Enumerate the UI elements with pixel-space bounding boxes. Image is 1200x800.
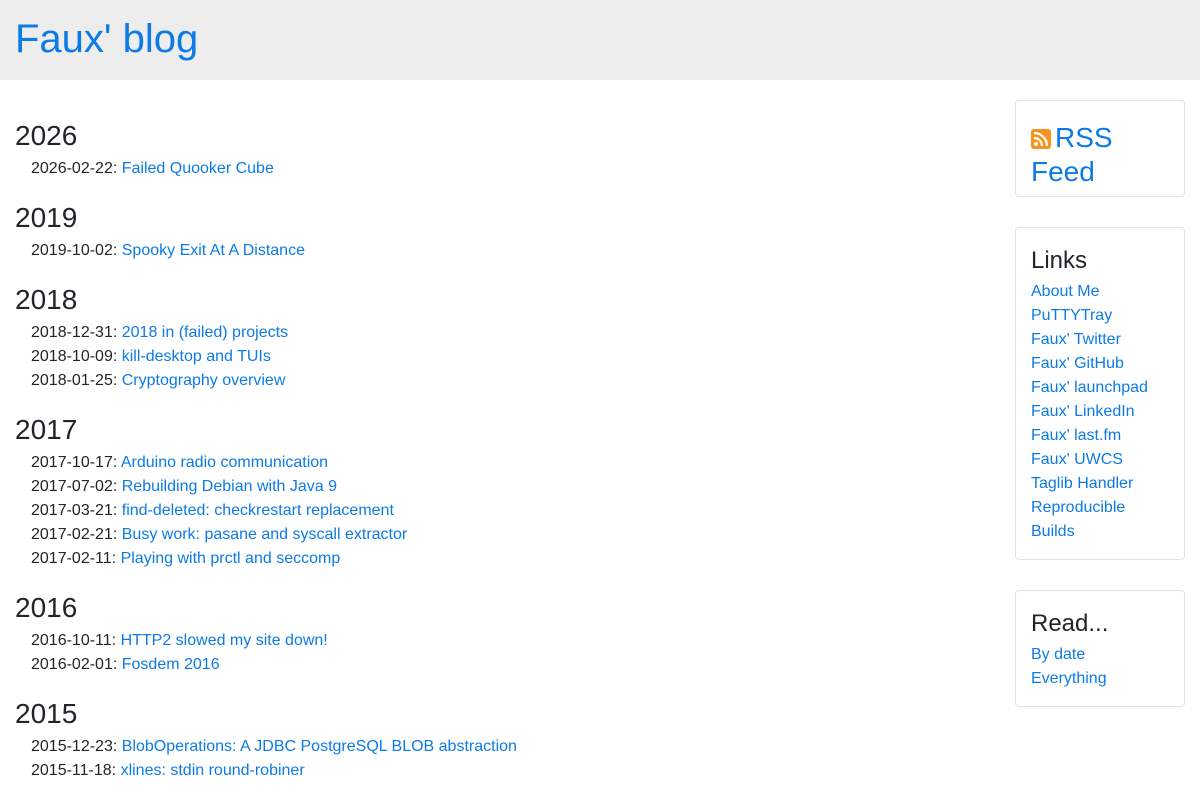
post-link[interactable]: Spooky Exit At A Distance xyxy=(122,242,305,259)
read-list: By date Everything xyxy=(1031,643,1169,691)
post-list: 2016-10-11: HTTP2 slowed my site down! 20… xyxy=(15,629,975,677)
post-link[interactable]: Busy work: pasane and syscall extractor xyxy=(122,526,407,543)
post-item: 2017-03-21: find-deleted: checkrestart r… xyxy=(31,499,975,523)
post-date: 2017-02-21: xyxy=(31,526,118,543)
post-link[interactable]: Cryptography overview xyxy=(122,372,286,389)
post-list: 2015-12-23: BlobOperations: A JDBC Postg… xyxy=(15,735,975,783)
links-panel: Links About Me PuTTYTray Faux' Twitter Faux… xyxy=(1015,227,1185,560)
post-date: 2017-02-11: xyxy=(31,550,117,567)
sidebar-read-item: By date xyxy=(1031,643,1169,667)
site-header: Faux' blog xyxy=(0,0,1200,80)
sidebar-links-link[interactable]: Faux' Twitter xyxy=(1031,331,1121,348)
post-list: 2026-02-22: Failed Quooker Cube xyxy=(15,157,975,181)
post-item: 2018-12-31: 2018 in (failed) projects xyxy=(31,321,975,345)
year-heading: 2018 xyxy=(15,284,78,315)
year-heading: 2019 xyxy=(15,202,78,233)
post-link[interactable]: Arduino radio communication xyxy=(121,454,328,471)
sidebar-links-item: Taglib Handler xyxy=(1031,472,1169,496)
post-item: 2019-10-02: Spooky Exit At A Distance xyxy=(31,239,975,263)
sidebar-links-link[interactable]: Faux' LinkedIn xyxy=(1031,403,1135,420)
post-date: 2017-03-21: xyxy=(31,502,118,519)
sidebar-links-item: Faux' Twitter xyxy=(1031,328,1169,352)
post-item: 2016-02-01: Fosdem 2016 xyxy=(31,653,975,677)
post-date: 2018-10-09: xyxy=(31,348,118,365)
post-link[interactable]: Playing with prctl and seccomp xyxy=(121,550,341,567)
post-item: 2026-02-22: Failed Quooker Cube xyxy=(31,157,975,181)
year-heading: 2026 xyxy=(15,120,78,151)
sidebar-links-link[interactable]: Reproducible Builds xyxy=(1031,499,1125,540)
year-heading: 2015 xyxy=(15,698,78,729)
year-heading: 2017 xyxy=(15,414,78,445)
sidebar-read-link[interactable]: Everything xyxy=(1031,670,1107,687)
read-panel: Read... By date Everything xyxy=(1015,590,1185,707)
post-date: 2017-10-17: xyxy=(31,454,118,471)
links-list: About Me PuTTYTray Faux' Twitter Faux' GitH… xyxy=(1031,280,1169,544)
post-date: 2017-07-02: xyxy=(31,478,118,495)
post-date: 2019-10-02: xyxy=(31,242,118,259)
sidebar-links-link[interactable]: Faux' last.fm xyxy=(1031,427,1121,444)
sidebar-links-item: Faux' GitHub xyxy=(1031,352,1169,376)
post-date: 2018-12-31: xyxy=(31,324,118,341)
sidebar-links-link[interactable]: Taglib Handler xyxy=(1031,475,1133,492)
sidebar-links-item: Reproducible Builds xyxy=(1031,496,1169,544)
links-heading: Links xyxy=(1031,247,1088,274)
post-item: 2017-10-17: Arduino radio communication xyxy=(31,451,975,475)
post-date: 2015-11-18: xyxy=(31,762,117,779)
post-list: 2019-10-02: Spooky Exit At A Distance xyxy=(15,239,975,263)
post-link[interactable]: BlobOperations: A JDBC PostgreSQL BLOB a… xyxy=(122,738,517,755)
read-heading: Read... xyxy=(1031,610,1109,637)
post-item: 2018-01-25: Cryptography overview xyxy=(31,369,975,393)
sidebar: RSS Feed Links About Me PuTTYTray Faux' Tw… xyxy=(1015,100,1185,737)
sidebar-links-link[interactable]: Faux' UWCS xyxy=(1031,451,1123,468)
sidebar-read-link[interactable]: By date xyxy=(1031,646,1085,663)
post-item: 2017-02-11: Playing with prctl and secco… xyxy=(31,547,975,571)
post-date: 2016-02-01: xyxy=(31,656,118,673)
post-list: 2018-12-31: 2018 in (failed) projects 201… xyxy=(15,321,975,393)
post-link[interactable]: Rebuilding Debian with Java 9 xyxy=(122,478,337,495)
sidebar-links-item: Faux' last.fm xyxy=(1031,424,1169,448)
post-link[interactable]: xlines: stdin round-robiner xyxy=(121,762,305,779)
sidebar-links-item: Faux' launchpad xyxy=(1031,376,1169,400)
post-archive: 2026 2026-02-22: Failed Quooker Cube 2019 2… xyxy=(15,100,975,783)
post-date: 2026-02-22: xyxy=(31,160,118,177)
post-link[interactable]: 2018 in (failed) projects xyxy=(122,324,288,341)
post-item: 2016-10-11: HTTP2 slowed my site down! xyxy=(31,629,975,653)
sidebar-links-item: PuTTYTray xyxy=(1031,304,1169,328)
sidebar-links-item: Faux' LinkedIn xyxy=(1031,400,1169,424)
rss-panel: RSS Feed xyxy=(1015,100,1185,197)
post-item: 2017-02-21: Busy work: pasane and syscal… xyxy=(31,523,975,547)
site-title-link[interactable]: Faux' blog xyxy=(15,14,198,64)
year-heading: 2016 xyxy=(15,592,78,623)
sidebar-links-link[interactable]: PuTTYTray xyxy=(1031,307,1112,324)
post-item: 2015-11-18: xlines: stdin round-robiner xyxy=(31,759,975,783)
post-link[interactable]: find-deleted: checkrestart replacement xyxy=(122,502,394,519)
post-date: 2015-12-23: xyxy=(31,738,118,755)
post-link[interactable]: Failed Quooker Cube xyxy=(122,160,274,177)
post-date: 2016-10-11: xyxy=(31,632,117,649)
post-date: 2018-01-25: xyxy=(31,372,118,389)
post-link[interactable]: HTTP2 slowed my site down! xyxy=(121,632,328,649)
post-link[interactable]: Fosdem 2016 xyxy=(122,656,220,673)
post-link[interactable]: kill-desktop and TUIs xyxy=(122,348,271,365)
post-item: 2017-07-02: Rebuilding Debian with Java … xyxy=(31,475,975,499)
sidebar-read-item: Everything xyxy=(1031,667,1169,691)
rss-icon xyxy=(1031,129,1051,149)
post-list: 2017-10-17: Arduino radio communication 2… xyxy=(15,451,975,571)
post-item: 2018-10-09: kill-desktop and TUIs xyxy=(31,345,975,369)
sidebar-links-link[interactable]: Faux' launchpad xyxy=(1031,379,1148,396)
post-item: 2015-12-23: BlobOperations: A JDBC Postg… xyxy=(31,735,975,759)
sidebar-links-link[interactable]: Faux' GitHub xyxy=(1031,355,1124,372)
rss-feed-link[interactable]: RSS Feed xyxy=(1031,121,1169,189)
sidebar-links-link[interactable]: About Me xyxy=(1031,283,1099,300)
sidebar-links-item: Faux' UWCS xyxy=(1031,448,1169,472)
sidebar-links-item: About Me xyxy=(1031,280,1169,304)
